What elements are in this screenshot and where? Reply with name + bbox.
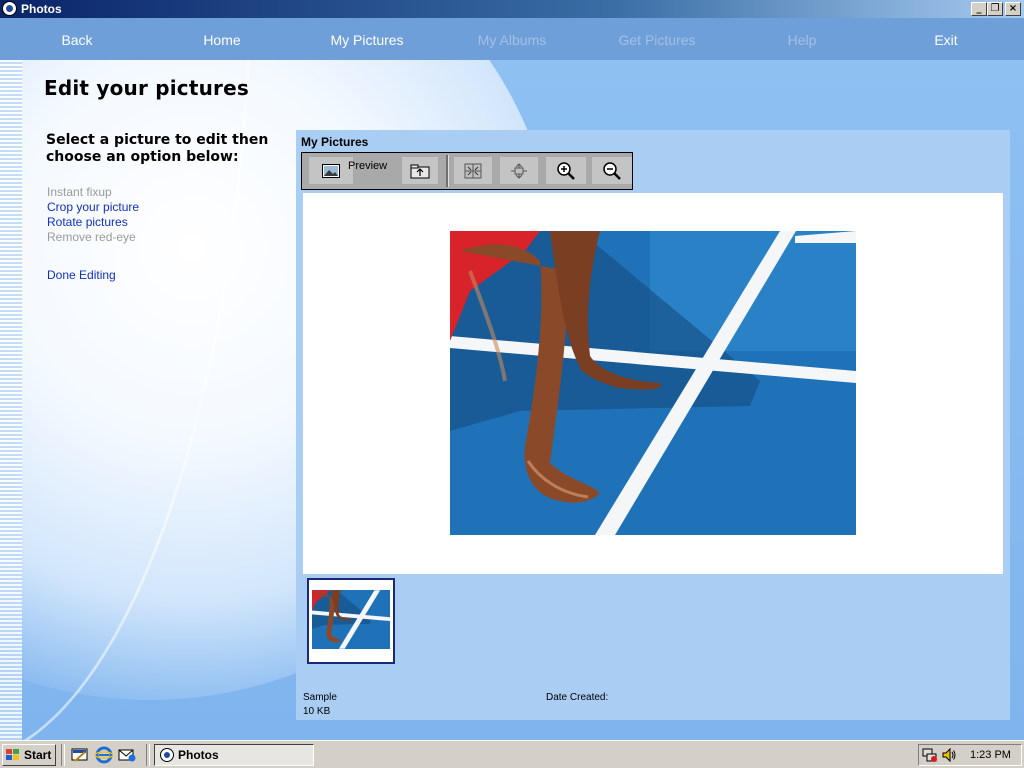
preview-label[interactable]: Preview <box>348 160 387 172</box>
taskbar-divider <box>61 744 65 766</box>
nav-get-pictures[interactable]: Get Pictures <box>587 32 727 48</box>
window-title-bar[interactable]: Photos _ ❐ × <box>0 0 1024 18</box>
done-editing-link[interactable]: Done Editing <box>47 268 116 282</box>
taskbar-photos-button[interactable]: Photos <box>154 744 314 766</box>
minimize-button[interactable]: _ <box>971 2 987 16</box>
thumbnail-image <box>312 590 390 649</box>
clock[interactable]: 1:23 PM <box>970 749 1011 761</box>
taskbar-divider <box>146 744 150 766</box>
instruction-text: Select a picture to edit then choose an … <box>46 132 269 165</box>
up-folder-button[interactable] <box>402 157 438 184</box>
option-rotate-pictures[interactable]: Rotate pictures <box>47 215 128 229</box>
show-desktop-icon[interactable] <box>71 746 89 764</box>
nav-help[interactable]: Help <box>732 32 872 48</box>
photos-app-icon[interactable] <box>2 1 17 16</box>
nav-back[interactable]: Back <box>7 32 147 48</box>
option-remove-red-eye[interactable]: Remove red-eye <box>47 230 136 244</box>
zoom-out-icon <box>603 161 621 180</box>
actual-size-icon <box>511 162 527 179</box>
toolbar-separator <box>446 155 449 187</box>
panel-title: My Pictures <box>301 135 369 149</box>
page-title: Edit your pictures <box>44 76 249 100</box>
start-button[interactable]: Start <box>2 744 56 766</box>
date-created-label: Date Created: <box>546 692 609 703</box>
nav-my-pictures[interactable]: My Pictures <box>297 32 437 48</box>
restore-button[interactable]: ❐ <box>987 2 1003 16</box>
nav-exit[interactable]: Exit <box>876 32 1016 48</box>
fit-to-window-button[interactable] <box>454 157 492 184</box>
photos-app-icon <box>160 748 174 762</box>
my-pictures-panel: My Pictures Preview Sample 10 KB Date Cr… <box>296 130 1010 720</box>
close-button[interactable]: × <box>1005 2 1021 16</box>
network-icon[interactable] <box>922 747 938 763</box>
preview-photo <box>450 231 856 535</box>
task-label: Photos <box>178 748 219 762</box>
option-crop-picture[interactable]: Crop your picture <box>47 200 139 214</box>
picture-preview-area <box>303 193 1003 574</box>
zoom-out-button[interactable] <box>592 157 632 184</box>
navigation-bar: Back Home My Pictures My Albums Get Pict… <box>0 18 1024 60</box>
folder-up-icon <box>410 164 430 178</box>
volume-icon[interactable] <box>941 747 957 763</box>
taskbar: Start Photos 1:23 PM <box>0 740 1024 768</box>
zoom-in-icon <box>557 161 575 180</box>
sprinter-photo-image <box>450 231 856 535</box>
actual-size-button[interactable] <box>500 157 538 184</box>
start-label: Start <box>24 748 52 762</box>
picture-toolbar: Preview <box>301 152 633 190</box>
outlook-express-icon[interactable] <box>118 746 136 764</box>
internet-explorer-icon[interactable] <box>95 746 113 764</box>
picture-icon <box>322 163 340 178</box>
file-size: 10 KB <box>303 706 331 717</box>
windows-logo-icon <box>6 749 19 760</box>
main-content: Edit your pictures Select a picture to e… <box>0 60 1024 740</box>
nav-my-albums[interactable]: My Albums <box>442 32 582 48</box>
window-title: Photos <box>21 2 62 16</box>
picture-view-button[interactable] <box>309 157 353 184</box>
fit-to-window-icon <box>464 163 482 178</box>
nav-home[interactable]: Home <box>152 32 292 48</box>
system-tray: 1:23 PM <box>918 744 1022 766</box>
file-name: Sample <box>303 692 337 703</box>
option-instant-fixup[interactable]: Instant fixup <box>47 185 112 199</box>
zoom-in-button[interactable] <box>546 157 586 184</box>
thumbnail-sample[interactable] <box>307 578 395 664</box>
